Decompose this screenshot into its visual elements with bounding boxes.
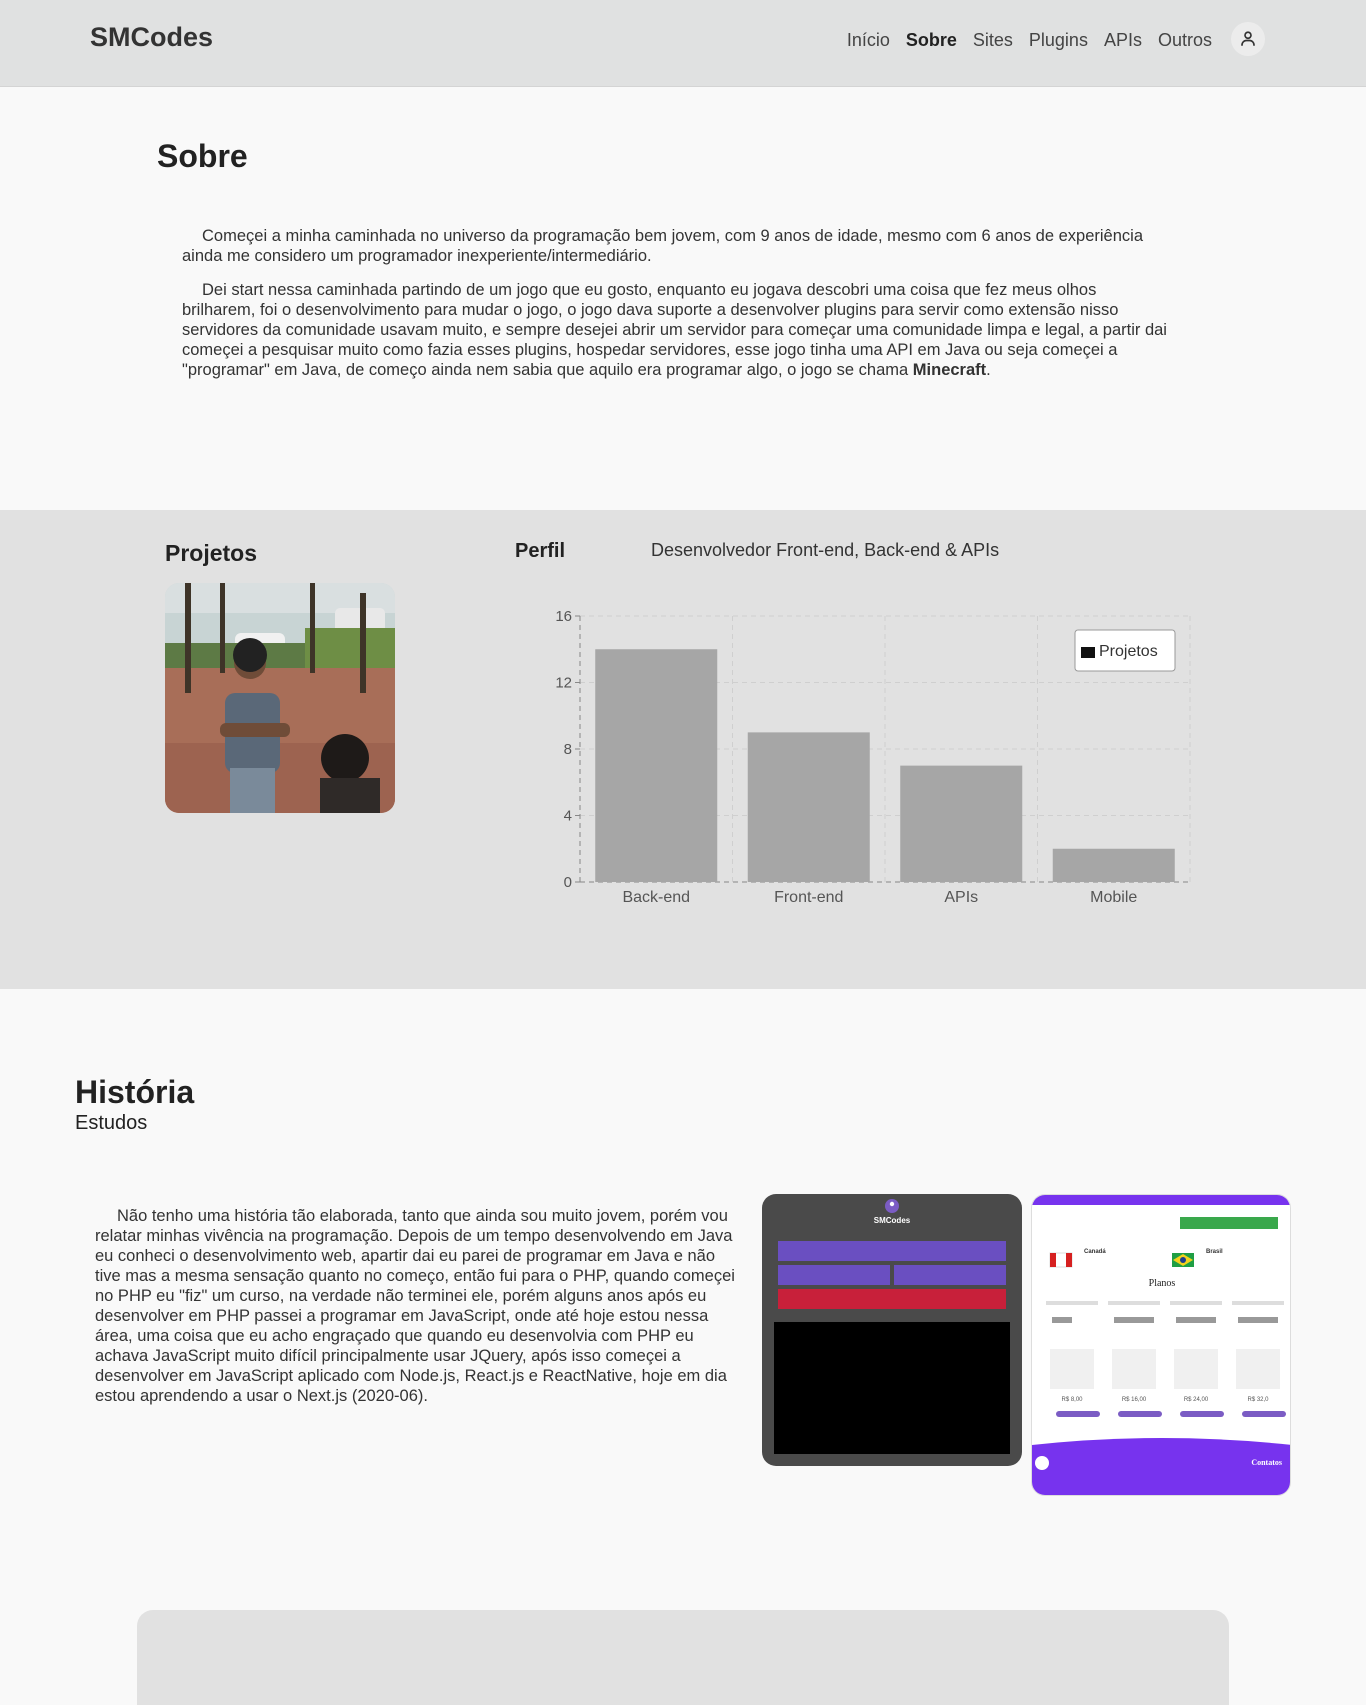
bar-front-end	[747, 732, 870, 882]
y-tick-label: 16	[555, 608, 572, 625]
bar-back-end	[595, 649, 718, 882]
sobre-paragraph-2: Dei start nessa caminhada partindo de um…	[182, 280, 1172, 380]
nav-outros[interactable]: Outros	[1158, 30, 1212, 51]
y-tick-label: 8	[564, 741, 572, 758]
main-nav: Início Sobre Sites Plugins APIs Outros	[847, 30, 1212, 51]
shot2-price-4: R$ 32,0	[1247, 1397, 1269, 1403]
site-header: SMCodes Início Sobre Sites Plugins APIs …	[0, 0, 1366, 87]
projetos-title: Projetos	[165, 540, 258, 566]
sobre-text: Começei a minha caminhada no universo da…	[182, 226, 1172, 394]
shot2-price-3: R$ 24,00	[1184, 1397, 1209, 1403]
sobre-paragraph-2-text: Dei start nessa caminhada partindo de um…	[182, 281, 1167, 379]
y-tick-label: 12	[555, 675, 572, 692]
project-screenshot-2[interactable]: Canadá Brasil Planos R$ 8,00 R$ 16,00 R$…	[1031, 1194, 1291, 1496]
projetos-chart: 0 4 8 12 16 Back-end Front-end APIs Mobile Projet…	[555, 608, 1191, 906]
user-button[interactable]	[1231, 22, 1265, 56]
x-tick-label: Mobile	[1090, 889, 1137, 906]
nav-plugins[interactable]: Plugins	[1029, 30, 1088, 51]
nav-inicio[interactable]: Início	[847, 30, 890, 51]
bar-apis	[900, 765, 1023, 882]
shot2-country-1: Canadá	[1084, 1249, 1106, 1255]
x-tick-label: Back-end	[622, 889, 690, 906]
shot2-price-2: R$ 16,00	[1122, 1397, 1147, 1403]
nav-sobre[interactable]: Sobre	[906, 30, 957, 51]
historia-text: Não tenho uma história tão elaborada, ta…	[95, 1207, 735, 1405]
perfil-subtitle: Desenvolvedor Front-end, Back-end & APIs	[651, 540, 1000, 560]
shot2-heading: Planos	[1149, 1278, 1176, 1289]
shot2-price-1: R$ 8,00	[1061, 1397, 1083, 1403]
bottom-card	[137, 1610, 1229, 1705]
perfil-label: Perfil	[515, 540, 566, 562]
historia-title: História	[75, 1074, 195, 1110]
user-icon	[1241, 31, 1255, 46]
historia-subtitle: Estudos	[75, 1112, 148, 1134]
sobre-paragraph-1: Começei a minha caminhada no universo da…	[182, 227, 1144, 265]
nav-apis[interactable]: APIs	[1104, 30, 1142, 51]
profile-photo	[165, 583, 395, 813]
x-tick-label: APIs	[944, 889, 978, 906]
nav-sites[interactable]: Sites	[973, 30, 1013, 51]
shot2-country-2: Brasil	[1206, 1249, 1223, 1255]
shot1-brand: SMCodes	[874, 1216, 911, 1225]
legend-label: Projetos	[1099, 643, 1158, 660]
legend-swatch	[1081, 647, 1095, 658]
y-tick-label: 4	[564, 808, 572, 825]
minecraft-highlight: Minecraft	[912, 361, 987, 379]
bar-mobile	[1052, 848, 1175, 882]
x-tick-label: Front-end	[774, 889, 843, 906]
shot2-footer: Contatos	[1251, 1458, 1282, 1467]
site-logo[interactable]: SMCodes	[90, 22, 213, 53]
sobre-title: Sobre	[157, 138, 248, 174]
sobre-paragraph-2-end: .	[986, 361, 991, 379]
project-screenshot-1[interactable]: SMCodes	[762, 1194, 1022, 1466]
y-tick-label: 0	[564, 874, 572, 891]
